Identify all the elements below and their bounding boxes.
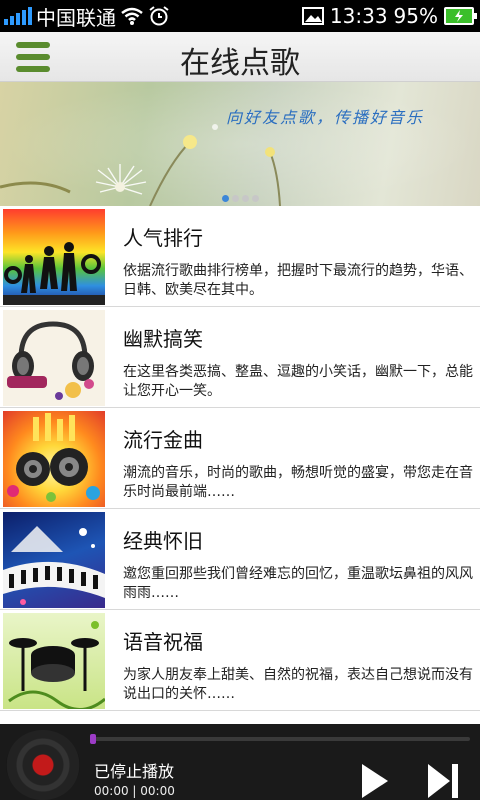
play-button[interactable] — [362, 764, 388, 798]
list-item-popular-ranking[interactable]: 人气排行 依据流行歌曲排行榜单，把握时下最流行的趋势，华语、日韩、欧美尽在其中。 — [0, 206, 480, 307]
vinyl-disc-icon — [6, 730, 80, 800]
clock: 13:33 — [329, 4, 388, 28]
voice-greetings-thumbnail — [3, 613, 105, 709]
classic-nostalgia-thumbnail — [3, 512, 105, 608]
popular-ranking-thumbnail — [3, 209, 105, 305]
pager-dot[interactable] — [242, 195, 249, 202]
playback-status: 已停止播放 — [94, 762, 175, 781]
pager-dot[interactable] — [252, 195, 259, 202]
wifi-icon — [121, 7, 143, 25]
carrier-label: 中国联通 — [36, 5, 116, 30]
list-item-description: 依据流行歌曲排行榜单，把握时下最流行的趋势，华语、日韩、欧美尽在其中。 — [123, 263, 473, 298]
pager-dot[interactable] — [232, 195, 239, 202]
status-bar: 中国联通 13:33 95% — [0, 0, 480, 32]
list-item-description: 在这里各类恶搞、整蛊、逗趣的小笑话，幽默一下，总能让您开心一笑。 — [123, 364, 473, 399]
list-item-humor[interactable]: 幽默搞笑 在这里各类恶搞、整蛊、逗趣的小笑话，幽默一下，总能让您开心一笑。 — [0, 307, 480, 408]
banner-slogan: 向好友点歌，传播好音乐 — [226, 108, 425, 127]
image-notification-icon — [301, 7, 324, 25]
list-item-title: 幽默搞笑 — [123, 327, 203, 351]
list-item-title: 语音祝福 — [123, 630, 203, 654]
list-item-classic-nostalgia[interactable]: 经典怀旧 邀您重回那些我们曾经难忘的回忆，重温歌坛鼻祖的风风雨雨…… — [0, 509, 480, 610]
list-item-pop-hits[interactable]: 流行金曲 潮流的音乐，时尚的歌曲，畅想听觉的盛宴，带您走在音乐时尚最前端…… — [0, 408, 480, 509]
list-item-title: 流行金曲 — [123, 428, 203, 452]
signal-icon — [4, 7, 32, 25]
list-item-title: 经典怀旧 — [123, 529, 203, 553]
page-title: 在线点歌 — [180, 46, 300, 81]
banner-pager — [222, 195, 259, 202]
dandelion-image — [0, 82, 480, 206]
battery-icon — [444, 7, 477, 25]
list-item-description: 为家人朋友奉上甜美、自然的祝福，表达自己想说而没有说出口的关怀…… — [123, 667, 473, 702]
next-track-button[interactable] — [428, 764, 458, 798]
promo-banner[interactable]: 向好友点歌，传播好音乐 — [0, 82, 480, 206]
humor-thumbnail — [3, 310, 105, 406]
pop-hits-thumbnail — [3, 411, 105, 507]
list-item-description: 潮流的音乐，时尚的歌曲，畅想听觉的盛宴，带您走在音乐时尚最前端…… — [123, 465, 473, 500]
list-item-title: 人气排行 — [123, 226, 203, 250]
alarm-icon — [149, 6, 169, 26]
pager-dot[interactable] — [222, 195, 229, 202]
progress-knob[interactable] — [90, 734, 96, 744]
music-player-bar: 已停止播放 00:00 | 00:00 — [0, 724, 480, 800]
progress-slider[interactable] — [90, 734, 470, 744]
playback-time: 00:00 | 00:00 — [94, 784, 175, 798]
app-header: 在线点歌 — [0, 32, 480, 82]
list-item-description: 邀您重回那些我们曾经难忘的回忆，重温歌坛鼻祖的风风雨雨…… — [123, 566, 473, 601]
category-list: 人气排行 依据流行歌曲排行榜单，把握时下最流行的趋势，华语、日韩、欧美尽在其中。… — [0, 206, 480, 712]
battery-percent: 95% — [393, 4, 438, 28]
list-item-voice-greetings[interactable]: 语音祝福 为家人朋友奉上甜美、自然的祝福，表达自己想说而没有说出口的关怀…… — [0, 610, 480, 711]
